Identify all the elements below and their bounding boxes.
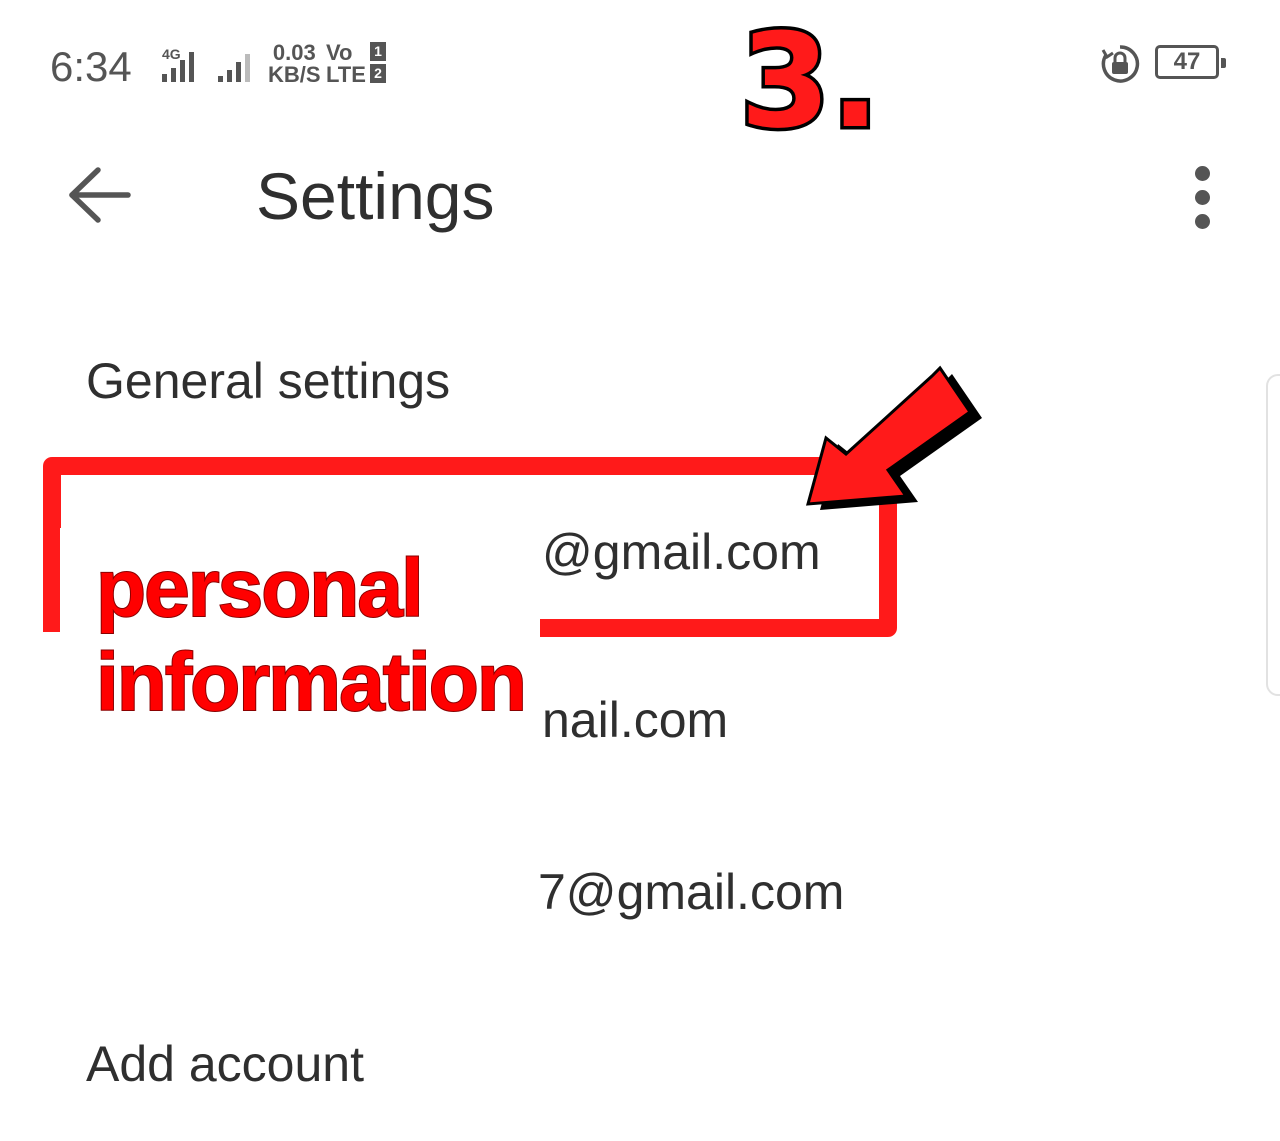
- privacy-label-line1: personal: [95, 542, 425, 635]
- privacy-annotation-label: personal information: [95, 542, 528, 730]
- privacy-label-line2: information: [95, 636, 528, 729]
